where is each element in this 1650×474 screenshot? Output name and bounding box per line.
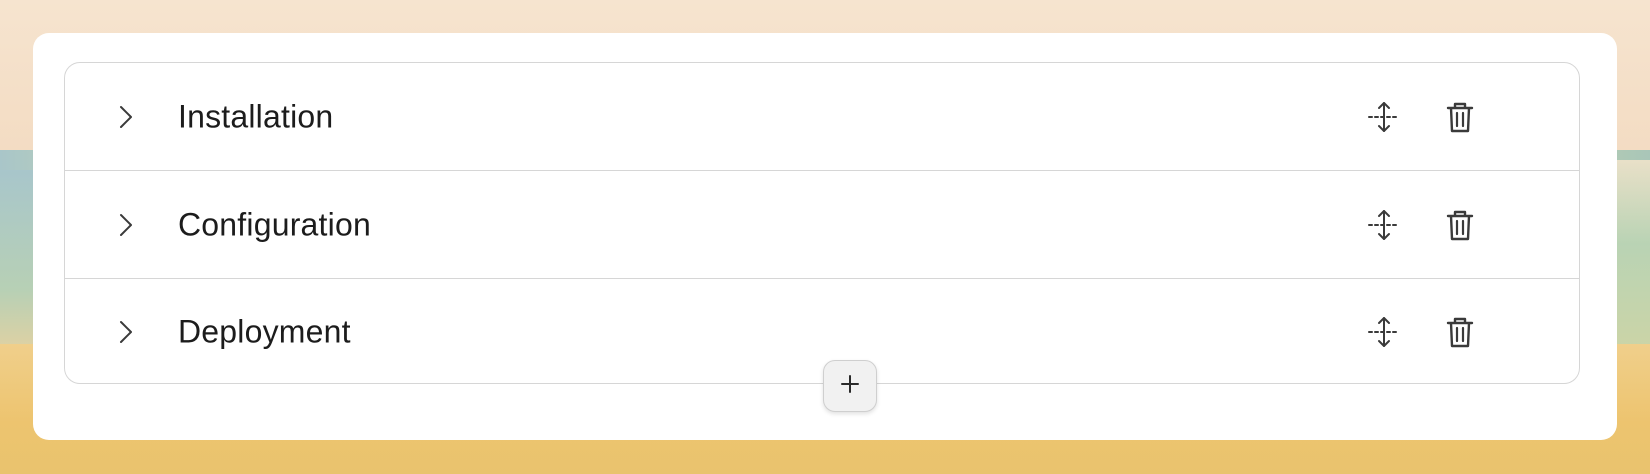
plus-icon [839, 373, 861, 400]
drag-move-icon[interactable] [1367, 315, 1401, 349]
accordion-item-configuration[interactable]: Configuration [65, 171, 1579, 279]
accordion-item-label: Configuration [178, 206, 371, 242]
accordion-item-label: Deployment [178, 313, 351, 350]
accordion-item-deployment[interactable]: Deployment [65, 279, 1579, 385]
chevron-right-icon[interactable] [117, 103, 135, 131]
trash-icon[interactable] [1443, 208, 1477, 242]
chevron-right-icon[interactable] [117, 211, 135, 239]
card-panel: Installation Configuration Deployment [33, 33, 1617, 440]
chevron-right-icon[interactable] [117, 318, 135, 346]
accordion-item-installation[interactable]: Installation [65, 63, 1579, 171]
trash-icon[interactable] [1443, 315, 1477, 349]
drag-move-icon[interactable] [1367, 208, 1401, 242]
accordion: Installation Configuration Deployment [64, 62, 1580, 384]
add-item-button[interactable] [823, 360, 877, 412]
drag-move-icon[interactable] [1367, 100, 1401, 134]
accordion-item-label: Installation [178, 98, 334, 134]
trash-icon[interactable] [1443, 100, 1477, 134]
